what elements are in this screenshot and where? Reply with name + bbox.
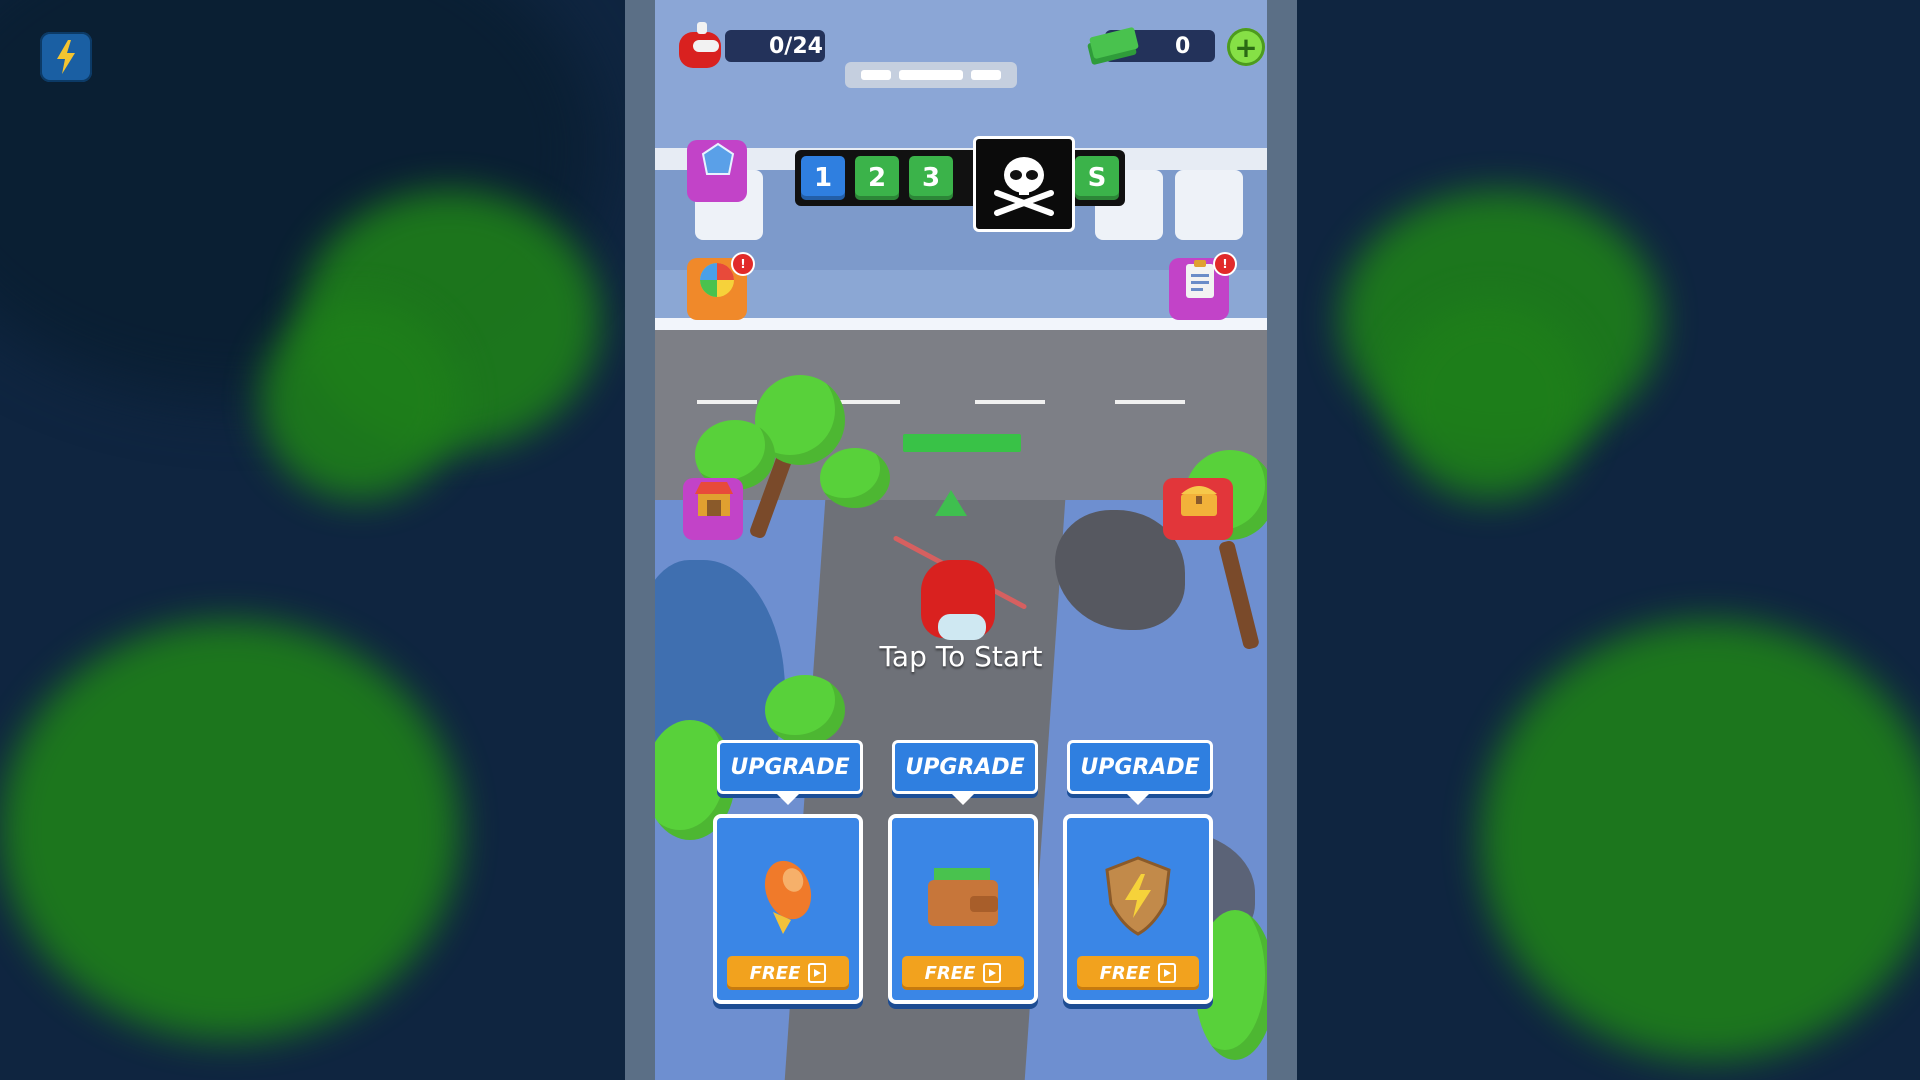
kill-counter: 0/24 bbox=[725, 30, 825, 62]
wallet-icon bbox=[928, 868, 998, 926]
spin-button[interactable]: ! bbox=[687, 252, 755, 320]
free-label: FREE bbox=[1099, 962, 1151, 984]
free-upgrade-button[interactable]: FREE bbox=[1077, 956, 1199, 990]
lane-marking bbox=[697, 400, 757, 404]
blurred-tree bbox=[1390, 300, 1590, 500]
boss-stage bbox=[973, 136, 1075, 232]
tree bbox=[820, 448, 890, 508]
notification-badge: ! bbox=[731, 252, 755, 276]
progress-segment bbox=[971, 70, 1001, 80]
upgrade-card-2[interactable]: FREE bbox=[888, 814, 1038, 1004]
video-ad-icon bbox=[808, 963, 827, 983]
blurred-tree bbox=[260, 300, 460, 500]
game-screen[interactable]: 0/24 0 + 1 2 3 S ! ! Tap To Start UPGRAD… bbox=[655, 0, 1267, 1080]
skins-button[interactable] bbox=[687, 140, 747, 202]
lane-marking bbox=[840, 400, 900, 404]
shop-stall-icon bbox=[695, 482, 733, 516]
gem-icon bbox=[701, 142, 735, 175]
stage-2: 2 bbox=[855, 156, 899, 200]
plus-icon: + bbox=[1234, 30, 1258, 64]
direction-arrow-icon bbox=[935, 490, 967, 516]
free-label: FREE bbox=[749, 962, 801, 984]
kill-count-text: 0/24 bbox=[769, 33, 823, 59]
upgrade-button-1[interactable]: UPGRADE bbox=[717, 740, 863, 805]
free-label: FREE bbox=[924, 962, 976, 984]
stage-1: 1 bbox=[801, 156, 845, 200]
stage-3: 3 bbox=[909, 156, 953, 200]
tap-to-start-prompt[interactable]: Tap To Start bbox=[655, 640, 1267, 673]
progress-segment bbox=[899, 70, 963, 80]
stage-track: 1 2 3 S bbox=[795, 136, 1125, 232]
blurred-tree bbox=[0, 620, 460, 1040]
progress-segment bbox=[861, 70, 891, 80]
upgrade-button-2[interactable]: UPGRADE bbox=[892, 740, 1038, 805]
wall-pillar bbox=[1175, 170, 1243, 240]
notification-badge: ! bbox=[1213, 252, 1237, 276]
rocket-icon bbox=[764, 860, 812, 934]
free-upgrade-button[interactable]: FREE bbox=[902, 956, 1024, 990]
cash-amount-text: 0 bbox=[1175, 33, 1191, 59]
shop-button[interactable] bbox=[683, 478, 743, 540]
cash-stack-icon bbox=[1087, 27, 1139, 65]
video-ad-icon bbox=[1158, 963, 1177, 983]
phone-frame: 0/24 0 + 1 2 3 S ! ! Tap To Start UPGRAD… bbox=[625, 0, 1297, 1080]
player-visor bbox=[938, 614, 986, 640]
player-health-bar bbox=[903, 434, 1021, 452]
wall-edge bbox=[655, 318, 1267, 330]
stage-final: S bbox=[1075, 156, 1119, 200]
shield-icon bbox=[1105, 856, 1171, 936]
lightning-icon bbox=[57, 40, 75, 74]
blurred-tree bbox=[1480, 620, 1920, 1060]
tree bbox=[765, 675, 845, 745]
app-badge[interactable] bbox=[40, 32, 92, 82]
upgrade-button-3[interactable]: UPGRADE bbox=[1067, 740, 1213, 805]
add-cash-button[interactable]: + bbox=[1227, 28, 1265, 66]
lane-marking bbox=[1115, 400, 1185, 404]
upgrade-card-3[interactable]: FREE bbox=[1063, 814, 1213, 1004]
tasks-button[interactable]: ! bbox=[1169, 252, 1237, 320]
level-progress-bar bbox=[845, 62, 1017, 88]
upgrade-card-1[interactable]: FREE bbox=[713, 814, 863, 1004]
video-ad-icon bbox=[983, 963, 1002, 983]
clipboard-icon bbox=[1186, 260, 1214, 298]
treasure-chest-icon bbox=[1181, 486, 1217, 516]
skull-crossbones-icon bbox=[994, 157, 1054, 216]
crewmate-kills-icon bbox=[679, 22, 721, 68]
chest-button[interactable] bbox=[1163, 478, 1233, 540]
lane-marking bbox=[975, 400, 1045, 404]
free-upgrade-button[interactable]: FREE bbox=[727, 956, 849, 990]
